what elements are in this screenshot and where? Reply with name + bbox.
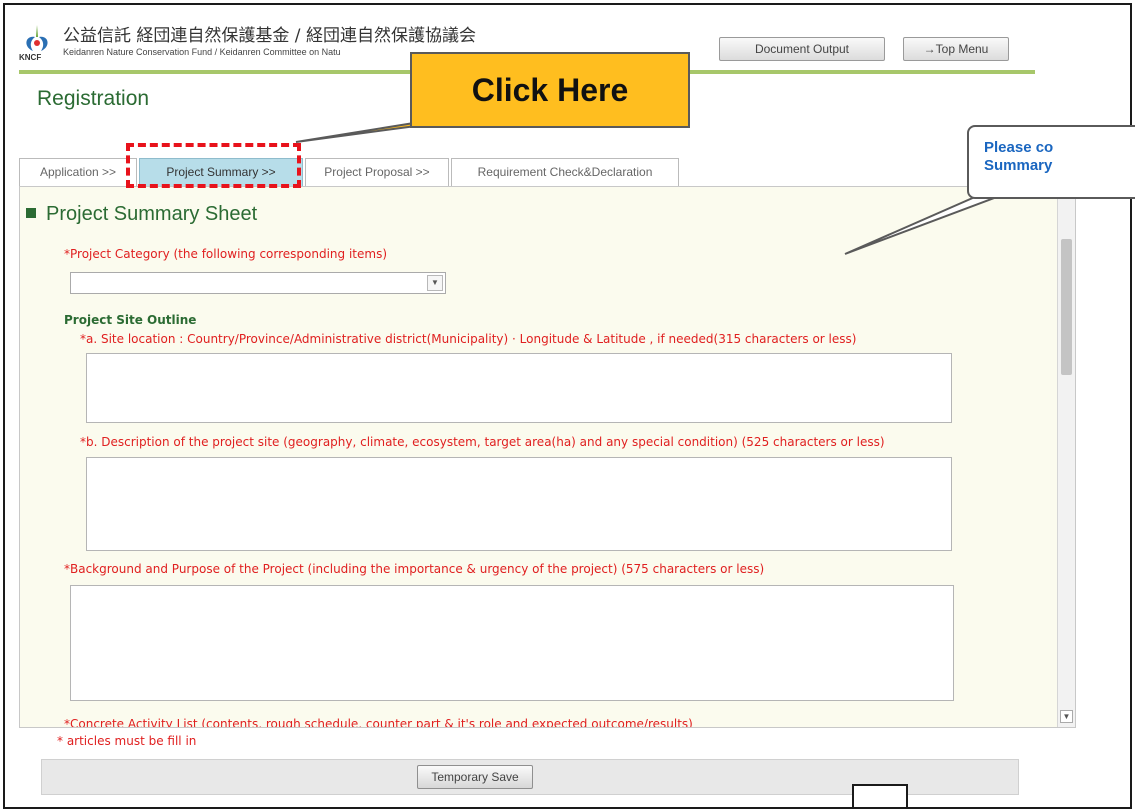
document-output-button[interactable]: Document Output — [719, 37, 885, 61]
tab-application[interactable]: Application >> — [19, 158, 137, 186]
tab-requirement-check[interactable]: Requirement Check&Declaration — [451, 158, 679, 186]
form-panel: Project Summary Sheet *Project Category … — [19, 186, 1076, 728]
organization-name-jp: 公益信託 経団連自然保護基金 / 経団連自然保護協議会 — [63, 26, 476, 46]
callout-line1: Please co — [984, 139, 1054, 156]
activity-list-label: *Concrete Activity List (contents, rough… — [64, 717, 693, 728]
project-category-label: *Project Category (the following corresp… — [64, 247, 388, 261]
site-description-textarea[interactable] — [86, 457, 952, 551]
scroll-down-arrow-icon[interactable]: ▼ — [1060, 710, 1073, 723]
temporary-save-button[interactable]: Temporary Save — [417, 765, 533, 789]
chevron-down-icon[interactable]: ▼ — [427, 275, 443, 291]
bottom-frame-box — [852, 784, 908, 807]
top-menu-button[interactable]: →Top Menu — [903, 37, 1009, 61]
site-description-label: *b. Description of the project site (geo… — [80, 435, 885, 449]
speech-callout-text: Please co Summary — [984, 139, 1053, 175]
organization-name-en: Keidanren Nature Conservation Fund / Kei… — [63, 47, 341, 57]
page-title: Registration — [37, 87, 150, 110]
sheet-title: Project Summary Sheet — [26, 203, 257, 226]
form-scrollbar[interactable]: ▼ — [1057, 187, 1075, 727]
site-location-textarea[interactable] — [86, 353, 952, 423]
site-outline-label: Project Site Outline — [64, 313, 197, 327]
background-purpose-label: *Background and Purpose of the Project (… — [64, 562, 765, 576]
background-purpose-textarea[interactable] — [70, 585, 954, 701]
scrollbar-thumb[interactable] — [1061, 239, 1072, 375]
site-location-label: *a. Site location : Country/Province/Adm… — [80, 332, 857, 346]
project-category-select[interactable]: ▼ — [70, 272, 446, 294]
logo-text: KNCF — [19, 53, 42, 62]
click-here-callout: Click Here — [410, 52, 690, 128]
sheet-title-text: Project Summary Sheet — [46, 203, 258, 225]
required-note: * articles must be fill in — [57, 734, 197, 748]
callout-line2: Summary — [984, 157, 1053, 174]
tab-project-proposal[interactable]: Project Proposal >> — [305, 158, 449, 186]
highlight-dashed-box — [126, 143, 301, 188]
square-bullet-icon — [26, 207, 36, 218]
